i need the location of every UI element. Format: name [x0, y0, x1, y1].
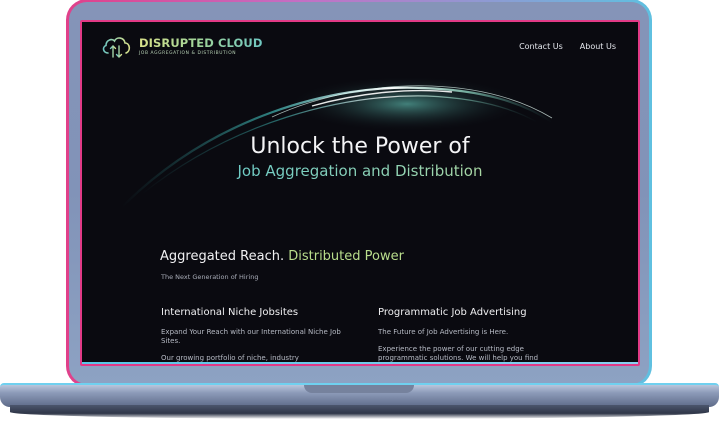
column-paragraph: Expand Your Reach with our International…	[161, 328, 341, 345]
column-paragraph: Our growing portfolio of niche, industry	[161, 354, 299, 362]
column-paragraph: Experience the power of our cutting edge…	[378, 345, 539, 362]
brand-logo[interactable]: DISRUPTED CLOUD JOB AGGREGATION & DISTRI…	[100, 34, 263, 60]
cloud-icon	[102, 37, 131, 58]
laptop-base-shadow	[10, 405, 709, 419]
hero-title: Unlock the Power of	[250, 134, 470, 159]
brand-tagline: JOB AGGREGATION & DISTRIBUTION	[139, 51, 237, 56]
nav-contact-us[interactable]: Contact Us	[519, 42, 563, 51]
top-nav: Contact Us About Us	[519, 42, 616, 51]
column-paragraph: The Future of Job Advertising is Here.	[378, 328, 509, 336]
section-subtitle: The Next Generation of Hiring	[161, 273, 259, 281]
laptop-screen: DISRUPTED CLOUD JOB AGGREGATION & DISTRI…	[80, 20, 640, 366]
hero-subtitle: Job Aggregation and Distribution	[82, 162, 638, 180]
section-title-main: Aggregated Reach.	[160, 249, 285, 264]
column-niche-jobsites: International Niche Jobsites Expand Your…	[161, 307, 346, 363]
nav-about-us[interactable]: About Us	[580, 42, 616, 51]
column-programmatic-advertising: Programmatic Job Advertising The Future …	[378, 307, 563, 363]
brand-text: DISRUPTED CLOUD JOB AGGREGATION & DISTRI…	[139, 36, 263, 56]
section-title-accent: Distributed Power	[288, 249, 404, 264]
column-heading: International Niche Jobsites	[161, 307, 299, 318]
website: DISRUPTED CLOUD JOB AGGREGATION & DISTRI…	[82, 22, 638, 364]
brand-name: DISRUPTED CLOUD	[139, 36, 263, 50]
column-heading: Programmatic Job Advertising	[378, 307, 527, 318]
laptop-base-notch	[304, 385, 414, 393]
section-title: Aggregated Reach. Distributed Power	[160, 249, 404, 264]
